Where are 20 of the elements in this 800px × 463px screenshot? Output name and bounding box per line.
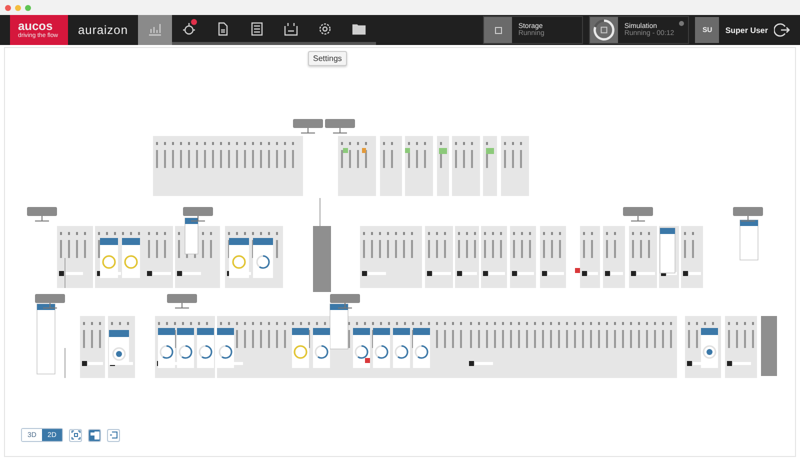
info-icon[interactable]: [679, 21, 684, 26]
list-icon: [250, 22, 264, 36]
tooltip: Settings: [308, 51, 347, 66]
user-name: Super User: [725, 26, 768, 34]
service-icon: [484, 17, 512, 43]
brand-name: aucos: [18, 20, 53, 32]
document-icon: [216, 22, 230, 36]
export-button[interactable]: [107, 428, 120, 442]
layers-icon: [90, 430, 100, 440]
chart-icon: [148, 22, 162, 36]
product-name: auraizon: [76, 23, 130, 37]
layers-button[interactable]: [88, 428, 101, 442]
fit-view-button[interactable]: [69, 428, 82, 442]
fit-icon: [70, 430, 80, 440]
export-icon: [108, 430, 118, 440]
folder-icon: [352, 22, 366, 36]
spinner-icon: [590, 17, 618, 43]
settings-icon: [318, 22, 332, 36]
logout-icon[interactable]: [774, 22, 790, 38]
close-window-icon[interactable]: [5, 4, 11, 10]
